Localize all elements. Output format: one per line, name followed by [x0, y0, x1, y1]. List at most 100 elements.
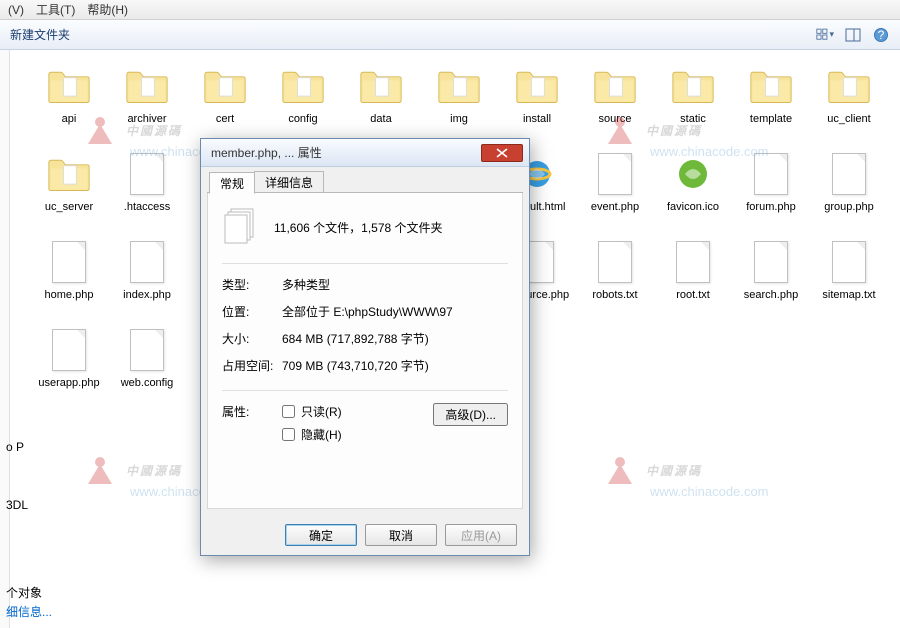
size-label: 大小: — [222, 330, 282, 347]
file-label: config — [288, 113, 317, 126]
file-label: robots.txt — [592, 289, 637, 302]
tree-item: 3DL — [6, 496, 194, 515]
file-icon — [123, 150, 171, 198]
file-label: img — [450, 113, 468, 126]
readonly-checkbox[interactable] — [282, 405, 295, 418]
file-label: uc_client — [827, 113, 870, 126]
menu-help[interactable]: 帮助(H) — [83, 0, 132, 20]
file-label: web.config — [121, 377, 174, 390]
file-icon — [45, 326, 93, 374]
status-count: 个对象 — [6, 586, 42, 600]
readonly-label: 只读(R) — [301, 403, 342, 420]
file-label: search.php — [744, 289, 798, 302]
file-item[interactable]: search.php — [732, 236, 810, 324]
folder-icon — [45, 150, 93, 198]
file-label: template — [750, 113, 792, 126]
file-label: archiver — [127, 113, 166, 126]
folder-item[interactable]: uc_server — [30, 148, 108, 236]
help-icon[interactable]: ? — [872, 26, 890, 44]
folder-icon — [669, 62, 717, 110]
folder-item[interactable]: cert — [186, 60, 264, 148]
cancel-button[interactable]: 取消 — [365, 524, 437, 546]
file-label: data — [370, 113, 391, 126]
file-label: .htaccess — [124, 201, 170, 214]
apply-button[interactable]: 应用(A) — [445, 524, 517, 546]
folder-item[interactable]: static — [654, 60, 732, 148]
svg-text:?: ? — [878, 28, 885, 42]
file-icon — [669, 238, 717, 286]
folder-item[interactable]: config — [264, 60, 342, 148]
file-label: index.php — [123, 289, 171, 302]
properties-dialog: member.php, ... 属性 常规 详细信息 11,606 个文件，1,… — [200, 138, 530, 556]
nav-tree-fragment: o P — [0, 432, 200, 463]
ok-button[interactable]: 确定 — [285, 524, 357, 546]
file-label: install — [523, 113, 551, 126]
view-options-icon[interactable]: ▾ — [816, 26, 834, 44]
file-label: sitemap.txt — [822, 289, 875, 302]
file-label: static — [680, 113, 706, 126]
folder-item[interactable]: img — [420, 60, 498, 148]
file-item[interactable]: index.php — [108, 236, 186, 324]
folder-icon — [747, 62, 795, 110]
file-item[interactable]: root.txt — [654, 236, 732, 324]
folder-item[interactable]: source — [576, 60, 654, 148]
folder-item[interactable]: data — [342, 60, 420, 148]
new-folder-button[interactable]: 新建文件夹 — [10, 26, 70, 43]
close-button[interactable] — [481, 144, 523, 162]
file-icon — [747, 238, 795, 286]
file-label: home.php — [45, 289, 94, 302]
type-label: 类型: — [222, 276, 282, 293]
file-item[interactable]: .htaccess — [108, 148, 186, 236]
attributes-label: 属性: — [222, 403, 282, 420]
nav-tree-fragment2: 3DL — [0, 490, 200, 521]
folder-item[interactable]: api — [30, 60, 108, 148]
file-label: group.php — [824, 201, 874, 214]
file-icon — [123, 326, 171, 374]
tree-item: o P — [6, 438, 194, 457]
folder-icon — [357, 62, 405, 110]
file-item[interactable]: home.php — [30, 236, 108, 324]
size-on-disk-value: 709 MB (743,710,720 字节) — [282, 357, 508, 374]
file-item[interactable]: group.php — [810, 148, 888, 236]
folder-icon — [591, 62, 639, 110]
file-item[interactable]: forum.php — [732, 148, 810, 236]
file-icon — [591, 150, 639, 198]
folder-icon — [279, 62, 327, 110]
file-item[interactable]: sitemap.txt — [810, 236, 888, 324]
folder-item[interactable]: archiver — [108, 60, 186, 148]
file-label: source — [598, 113, 631, 126]
size-on-disk-label: 占用空间: — [222, 357, 282, 374]
file-label: event.php — [591, 201, 639, 214]
folder-icon — [201, 62, 249, 110]
dialog-tabs: 常规 详细信息 — [201, 167, 529, 193]
menu-tools[interactable]: 工具(T) — [32, 0, 79, 20]
dialog-titlebar[interactable]: member.php, ... 属性 — [201, 139, 529, 167]
menu-view[interactable]: (V) — [4, 1, 28, 19]
summary-text: 11,606 个文件，1,578 个文件夹 — [274, 219, 443, 236]
file-item[interactable]: event.php — [576, 148, 654, 236]
file-item[interactable]: favicon.ico — [654, 148, 732, 236]
advanced-button[interactable]: 高级(D)... — [433, 403, 508, 426]
file-label: userapp.php — [38, 377, 99, 390]
folder-item[interactable]: install — [498, 60, 576, 148]
preview-pane-icon[interactable] — [844, 26, 862, 44]
folder-icon — [123, 62, 171, 110]
file-item[interactable]: robots.txt — [576, 236, 654, 324]
tab-general[interactable]: 常规 — [209, 172, 255, 194]
multi-file-icon — [222, 207, 262, 247]
hidden-checkbox[interactable] — [282, 428, 295, 441]
file-icon — [825, 238, 873, 286]
folder-item[interactable]: template — [732, 60, 810, 148]
toolbar: 新建文件夹 ▾ ? — [0, 20, 900, 50]
file-label: root.txt — [676, 289, 710, 302]
folder-icon — [513, 62, 561, 110]
tab-details[interactable]: 详细信息 — [254, 171, 324, 193]
folder-item[interactable]: uc_client — [810, 60, 888, 148]
nav-sidebar — [0, 50, 10, 628]
file-label: uc_server — [45, 201, 93, 214]
dialog-title: member.php, ... 属性 — [211, 144, 322, 161]
hidden-label: 隐藏(H) — [301, 426, 342, 443]
file-item[interactable]: userapp.php — [30, 324, 108, 412]
details-link[interactable]: 细信息... — [6, 603, 194, 622]
file-item[interactable]: web.config — [108, 324, 186, 412]
